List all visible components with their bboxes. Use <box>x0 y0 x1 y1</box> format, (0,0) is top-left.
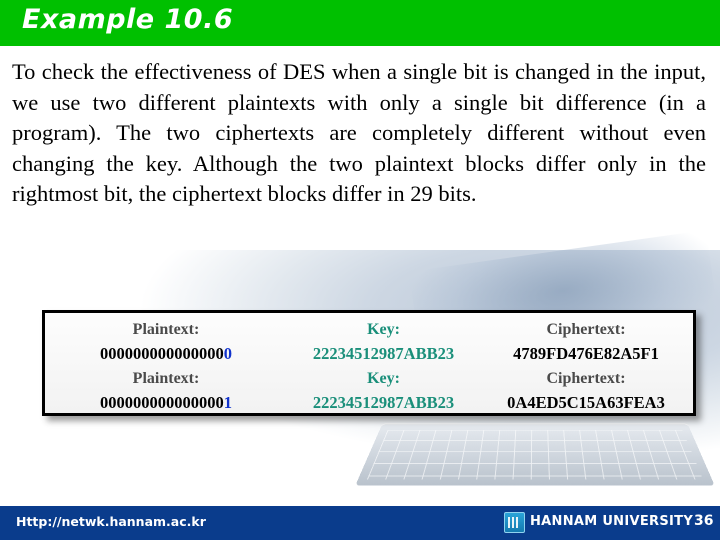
key-value-2: 22234512987ABB23 <box>312 393 455 412</box>
keyboard-graphic <box>366 429 704 480</box>
slide-body-paragraph: To check the effectiveness of DES when a… <box>12 59 706 206</box>
key-label-2: Key: <box>367 370 400 387</box>
ciphertext-label-2: Ciphertext: <box>546 370 626 387</box>
figure-column-key: Key: 22234512987ABB23 Key: 22234512987AB… <box>281 313 486 413</box>
ciphertext-label-1: Ciphertext: <box>546 321 626 338</box>
plaintext-value-2-lastbit: 1 <box>223 393 232 412</box>
figure-column-plaintext: Plaintext: 0000000000000000 Plaintext: 0… <box>51 313 281 413</box>
slide-footer-bar: Http://netwk.hannam.ac.kr HANNAM UNIVERS… <box>0 506 720 540</box>
slide-title-bar: Example 10.6 <box>0 0 720 46</box>
footer-university-name: HANNAM UNIVERSITY <box>530 514 694 529</box>
plaintext-value-1-prefix: 000000000000000 <box>100 344 224 363</box>
ciphertext-value-2: 0A4ED5C15A63FEA3 <box>507 393 665 412</box>
slide-page-number: 36 <box>694 513 714 529</box>
key-label-1: Key: <box>367 321 400 338</box>
plaintext-label-1: Plaintext: <box>132 321 200 338</box>
des-avalanche-figure: Plaintext: 0000000000000000 Plaintext: 0… <box>42 310 696 416</box>
footer-url[interactable]: Http://netwk.hannam.ac.kr <box>16 514 206 529</box>
plaintext-value-2-prefix: 000000000000000 <box>100 393 224 412</box>
university-emblem-icon <box>504 512 525 533</box>
figure-column-ciphertext: Ciphertext: 4789FD476E82A5F1 Ciphertext:… <box>486 313 686 413</box>
plaintext-label-2: Plaintext: <box>132 370 200 387</box>
plaintext-value-1-lastbit: 0 <box>223 344 232 363</box>
plaintext-value-1: 0000000000000000 <box>51 344 281 364</box>
plaintext-value-2: 0000000000000001 <box>51 393 281 413</box>
ciphertext-value-1: 4789FD476E82A5F1 <box>513 344 659 363</box>
key-value-1: 22234512987ABB23 <box>312 344 455 363</box>
page-title: Example 10.6 <box>22 4 234 35</box>
